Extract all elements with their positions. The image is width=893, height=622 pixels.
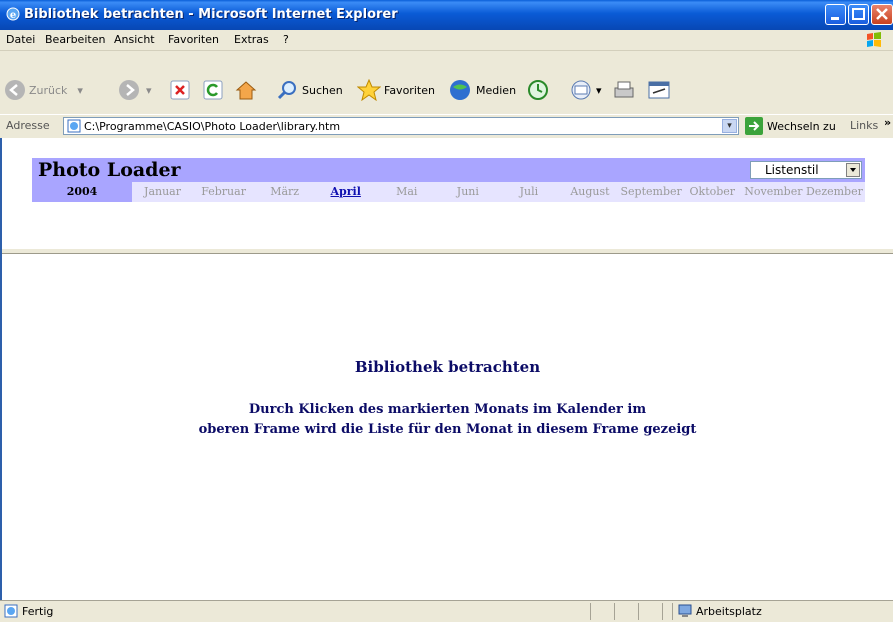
browser-content: Photo Loader Listenstil 2004 Januar Febr… bbox=[0, 138, 893, 600]
month-august: August bbox=[570, 185, 610, 198]
favorites-button[interactable]: Favoriten bbox=[357, 79, 435, 101]
back-arrow-icon bbox=[5, 80, 25, 100]
page-icon bbox=[67, 119, 81, 133]
stop-icon bbox=[170, 80, 190, 100]
select-dropdown-icon[interactable] bbox=[846, 163, 860, 177]
status-bar: Fertig Arbeitsplatz bbox=[0, 600, 893, 622]
back-dropdown-icon[interactable]: ▾ bbox=[77, 84, 83, 97]
maximize-icon bbox=[852, 8, 865, 20]
media-button[interactable]: Medien bbox=[449, 79, 516, 101]
home-icon bbox=[235, 81, 257, 100]
mail-icon bbox=[571, 80, 591, 100]
main-description: Durch Klicken des markierten Monats im K… bbox=[2, 400, 893, 440]
refresh-button[interactable] bbox=[203, 80, 223, 100]
window-title: Bibliothek betrachten - Microsoft Intern… bbox=[24, 7, 398, 22]
address-dropdown-icon[interactable]: ▾ bbox=[722, 119, 737, 133]
standard-toolbar: Zurück ▾ ▾ Suchen Favoriten Medien ▾ bbox=[0, 51, 893, 114]
history-button[interactable] bbox=[527, 79, 549, 101]
search-icon bbox=[277, 81, 296, 100]
main-heading: Bibliothek betrachten bbox=[354, 358, 541, 376]
printer-icon bbox=[614, 81, 634, 98]
svg-text:e: e bbox=[10, 10, 16, 21]
history-icon bbox=[528, 80, 548, 100]
mail-dropdown-icon[interactable]: ▾ bbox=[596, 84, 602, 97]
forward-arrow-icon bbox=[119, 80, 139, 100]
month-februar: Februar bbox=[201, 185, 246, 198]
minimize-icon bbox=[831, 17, 839, 20]
chevron-right-icon[interactable]: » bbox=[884, 116, 891, 129]
go-button[interactable]: Wechseln zu bbox=[745, 117, 836, 135]
security-zone-label: Arbeitsplatz bbox=[696, 605, 762, 618]
month-dezember: Dezember bbox=[805, 185, 863, 198]
links-button[interactable]: Links bbox=[850, 119, 878, 132]
year-label: 2004 bbox=[32, 182, 132, 202]
month-september: September bbox=[620, 185, 682, 198]
mail-button[interactable]: ▾ bbox=[570, 79, 602, 101]
month-mai: Mai bbox=[396, 185, 418, 198]
menu-ansicht[interactable]: Ansicht bbox=[114, 33, 155, 46]
menu-bearbeiten[interactable]: Bearbeiten bbox=[45, 33, 105, 46]
favorites-label: Favoriten bbox=[384, 83, 435, 97]
photo-loader-header: Photo Loader Listenstil 2004 Januar Febr… bbox=[32, 158, 865, 202]
menu-favoriten[interactable]: Favoriten bbox=[168, 33, 219, 46]
maximize-button[interactable] bbox=[848, 4, 869, 25]
media-icon bbox=[450, 80, 470, 100]
month-januar: Januar bbox=[144, 185, 181, 198]
description-line-1: Durch Klicken des markierten Monats im K… bbox=[248, 402, 647, 417]
back-label: Zurück bbox=[29, 83, 68, 97]
description-line-2: oberen Frame wird die Liste für den Mona… bbox=[198, 422, 697, 437]
month-november: November bbox=[744, 185, 803, 198]
address-bar: Adresse C:\Programme\CASIO\Photo Loader\… bbox=[0, 114, 893, 139]
title-bar: e Bibliothek betrachten - Microsoft Inte… bbox=[0, 0, 893, 30]
close-button[interactable] bbox=[871, 4, 893, 25]
month-juni: Juni bbox=[456, 185, 479, 198]
back-button[interactable]: Zurück ▾ bbox=[4, 79, 83, 101]
go-arrow-icon bbox=[745, 117, 763, 135]
forward-button[interactable]: ▾ bbox=[118, 79, 152, 101]
search-label: Suchen bbox=[302, 83, 343, 97]
address-label: Adresse bbox=[6, 119, 50, 132]
calendar-frame: Photo Loader Listenstil 2004 Januar Febr… bbox=[2, 138, 893, 248]
month-oktober: Oktober bbox=[689, 185, 736, 198]
close-icon bbox=[876, 8, 888, 20]
forward-dropdown-icon[interactable]: ▾ bbox=[146, 84, 152, 97]
media-label: Medien bbox=[476, 83, 517, 97]
windows-logo-icon bbox=[867, 32, 881, 47]
list-frame: Bibliothek betrachten Durch Klicken des … bbox=[2, 254, 893, 600]
minimize-button[interactable] bbox=[825, 4, 846, 25]
search-button[interactable]: Suchen bbox=[276, 79, 343, 101]
status-text: Fertig bbox=[22, 605, 54, 618]
refresh-icon bbox=[203, 80, 223, 100]
list-style-select[interactable]: Listenstil bbox=[750, 161, 862, 179]
address-url: C:\Programme\CASIO\Photo Loader\library.… bbox=[84, 120, 341, 133]
edit-icon bbox=[648, 81, 670, 99]
star-icon bbox=[357, 79, 381, 101]
stop-button[interactable] bbox=[170, 80, 190, 100]
go-label: Wechseln zu bbox=[767, 119, 836, 133]
month-maerz: März bbox=[270, 185, 300, 198]
month-april-link[interactable]: April bbox=[315, 182, 376, 202]
month-navigation: 2004 Januar Februar März April Mai Juni … bbox=[32, 182, 865, 202]
page-title: Photo Loader bbox=[38, 159, 181, 181]
computer-icon bbox=[678, 604, 692, 617]
ie-icon: e bbox=[6, 7, 20, 21]
address-input[interactable]: C:\Programme\CASIO\Photo Loader\library.… bbox=[63, 117, 739, 135]
edit-button[interactable] bbox=[647, 79, 671, 101]
menu-datei[interactable]: Datei bbox=[6, 33, 35, 46]
list-style-value: Listenstil bbox=[765, 163, 819, 177]
ie-page-icon bbox=[4, 604, 18, 618]
month-juli: Juli bbox=[519, 185, 539, 198]
menu-bar: Datei Bearbeiten Ansicht Favoriten Extra… bbox=[0, 30, 893, 51]
print-button[interactable] bbox=[612, 79, 636, 101]
menu-help[interactable]: ? bbox=[283, 33, 289, 46]
menu-extras[interactable]: Extras bbox=[234, 33, 269, 46]
home-button[interactable] bbox=[235, 79, 257, 101]
